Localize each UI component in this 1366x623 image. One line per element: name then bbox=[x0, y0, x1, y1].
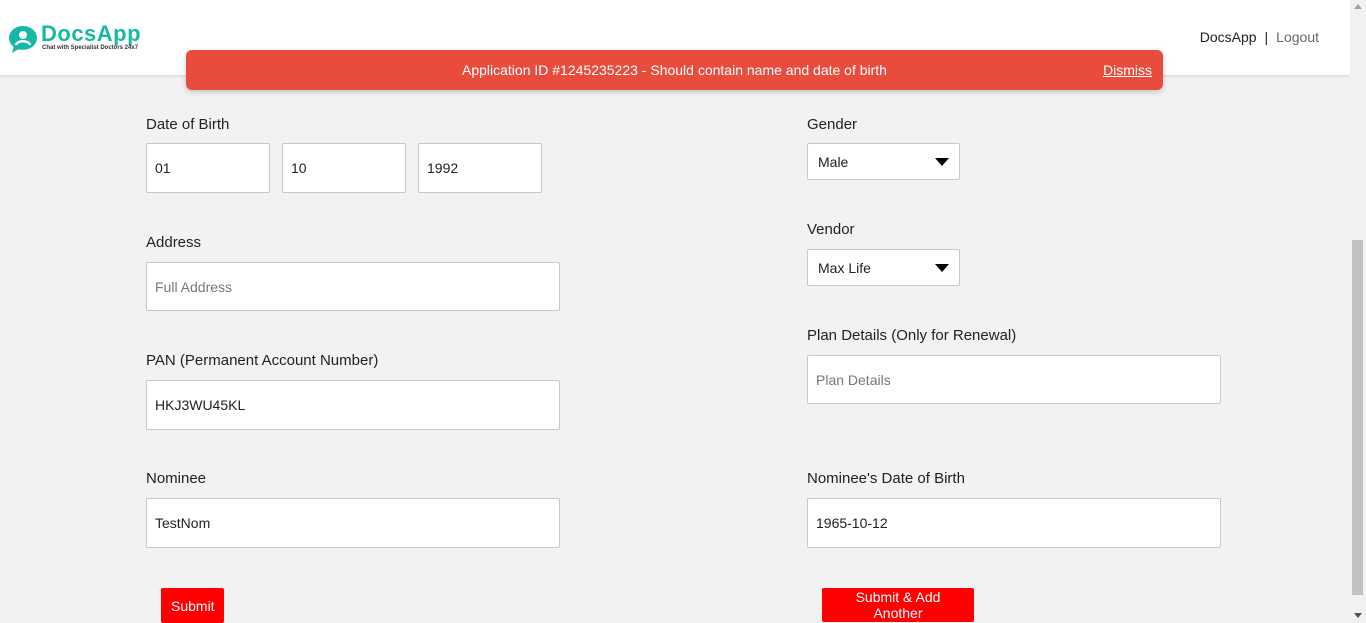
gender-select[interactable]: Male bbox=[807, 143, 960, 180]
submit-add-another-button[interactable]: Submit & Add Another bbox=[822, 588, 974, 622]
chat-bubble-logo-icon bbox=[9, 26, 37, 53]
pan-input[interactable] bbox=[146, 380, 560, 430]
nav-links: DocsApp | Logout bbox=[1200, 29, 1319, 45]
alert-message: Application ID #1245235223 - Should cont… bbox=[462, 62, 887, 78]
nav-docsapp-link[interactable]: DocsApp bbox=[1200, 29, 1257, 45]
vertical-scrollbar[interactable] bbox=[1350, 0, 1366, 623]
address-input[interactable] bbox=[146, 262, 560, 311]
scroll-down-arrow-icon[interactable] bbox=[1354, 613, 1362, 618]
logout-link[interactable]: Logout bbox=[1276, 29, 1319, 45]
nav-separator: | bbox=[1264, 29, 1269, 45]
caret-down-icon bbox=[935, 157, 949, 166]
plan-details-label: Plan Details (Only for Renewal) bbox=[807, 327, 1017, 344]
logo-tagline: Chat with Specialist Doctors 24x7 bbox=[42, 45, 139, 51]
submit-button[interactable]: Submit bbox=[161, 588, 224, 623]
docsapp-logo[interactable]: DocsApp Chat with Specialist Doctors 24x… bbox=[8, 18, 148, 58]
scroll-up-arrow-icon[interactable] bbox=[1354, 4, 1362, 9]
dob-month-input[interactable] bbox=[282, 143, 406, 193]
dismiss-link[interactable]: Dismiss bbox=[1103, 62, 1152, 78]
nominee-input[interactable] bbox=[146, 498, 560, 548]
pan-label: PAN (Permanent Account Number) bbox=[146, 352, 379, 369]
vendor-label: Vendor bbox=[807, 221, 855, 238]
caret-down-icon bbox=[935, 263, 949, 272]
vendor-selected-value: Max Life bbox=[818, 259, 871, 276]
address-label: Address bbox=[146, 234, 202, 251]
nominee-dob-label: Nominee's Date of Birth bbox=[807, 470, 965, 487]
dob-day-input[interactable] bbox=[146, 143, 270, 193]
alert-banner: Application ID #1245235223 - Should cont… bbox=[186, 50, 1163, 90]
logo-wordmark: DocsApp bbox=[41, 21, 142, 46]
nominee-label: Nominee bbox=[146, 470, 207, 487]
scrollbar-thumb[interactable] bbox=[1352, 240, 1363, 595]
gender-selected-value: Male bbox=[818, 153, 849, 170]
gender-label: Gender bbox=[807, 116, 858, 133]
vendor-select[interactable]: Max Life bbox=[807, 249, 960, 286]
plan-details-input[interactable] bbox=[807, 355, 1221, 404]
dob-year-input[interactable] bbox=[418, 143, 542, 193]
dob-label: Date of Birth bbox=[146, 116, 230, 133]
nominee-dob-input[interactable] bbox=[807, 498, 1221, 548]
